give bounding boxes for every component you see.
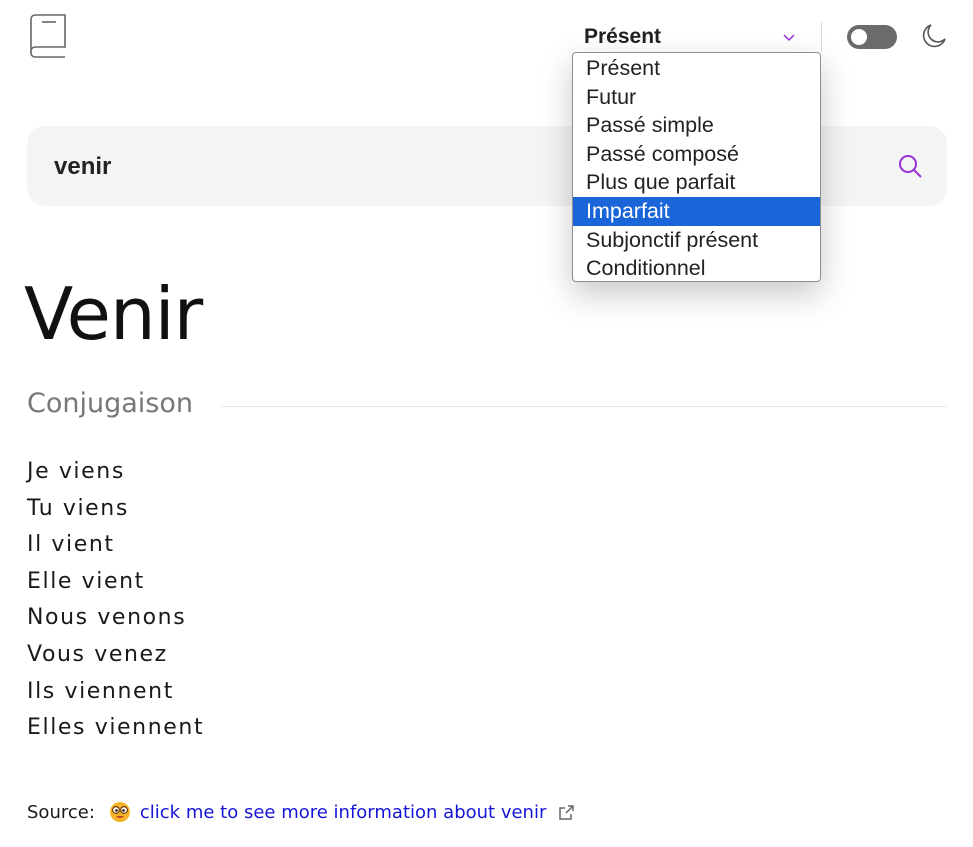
conjugation-item: Ils viennent [27, 678, 174, 704]
book-icon[interactable] [27, 13, 69, 59]
header-divider [821, 22, 822, 52]
tense-option[interactable]: Conditionnel [573, 254, 820, 281]
tense-option[interactable]: Plus que parfait [573, 168, 820, 197]
source-label: Source: [27, 801, 95, 823]
conjugation-list: Je viens Tu viens Il vient Elle vient No… [27, 456, 204, 749]
tense-option[interactable]: Futur [573, 83, 820, 112]
tense-select-value: Présent [584, 25, 662, 48]
conjugation-item: Elles viennent [27, 715, 205, 741]
source-link[interactable]: click me to see more information about v… [140, 802, 546, 823]
external-link-icon[interactable] [558, 804, 575, 821]
conjugation-item: Je viens [27, 459, 125, 484]
search-icon[interactable] [897, 153, 923, 179]
section-title: Conjugaison [27, 388, 193, 419]
tense-option[interactable]: Passé composé [573, 140, 820, 169]
theme-toggle[interactable] [847, 25, 897, 49]
conjugation-item: Il vient [27, 532, 115, 558]
conjugation-item: Vous venez [27, 641, 168, 667]
tense-option-highlighted[interactable]: Imparfait [573, 196, 820, 226]
search-input[interactable] [52, 150, 576, 184]
tense-select[interactable]: Présent [584, 22, 800, 52]
face-with-glasses-emoji-icon [109, 802, 130, 822]
source-line: Source: click me to see more information… [27, 798, 575, 826]
tense-option[interactable]: Subjonctif présent [573, 226, 820, 255]
toggle-knob [851, 29, 867, 45]
verb-title: Venir [24, 272, 203, 356]
tense-option[interactable]: Présent [573, 54, 820, 83]
tense-dropdown: Présent Futur Passé simple Passé composé… [572, 52, 821, 282]
moon-icon[interactable] [920, 22, 948, 50]
section-divider [221, 406, 947, 407]
conjugation-item: Tu viens [27, 495, 129, 521]
conjugation-item: Elle vient [27, 568, 145, 594]
conjugation-item: Nous venons [27, 605, 187, 631]
chevron-down-icon [783, 34, 795, 42]
tense-option[interactable]: Passé simple [573, 111, 820, 140]
